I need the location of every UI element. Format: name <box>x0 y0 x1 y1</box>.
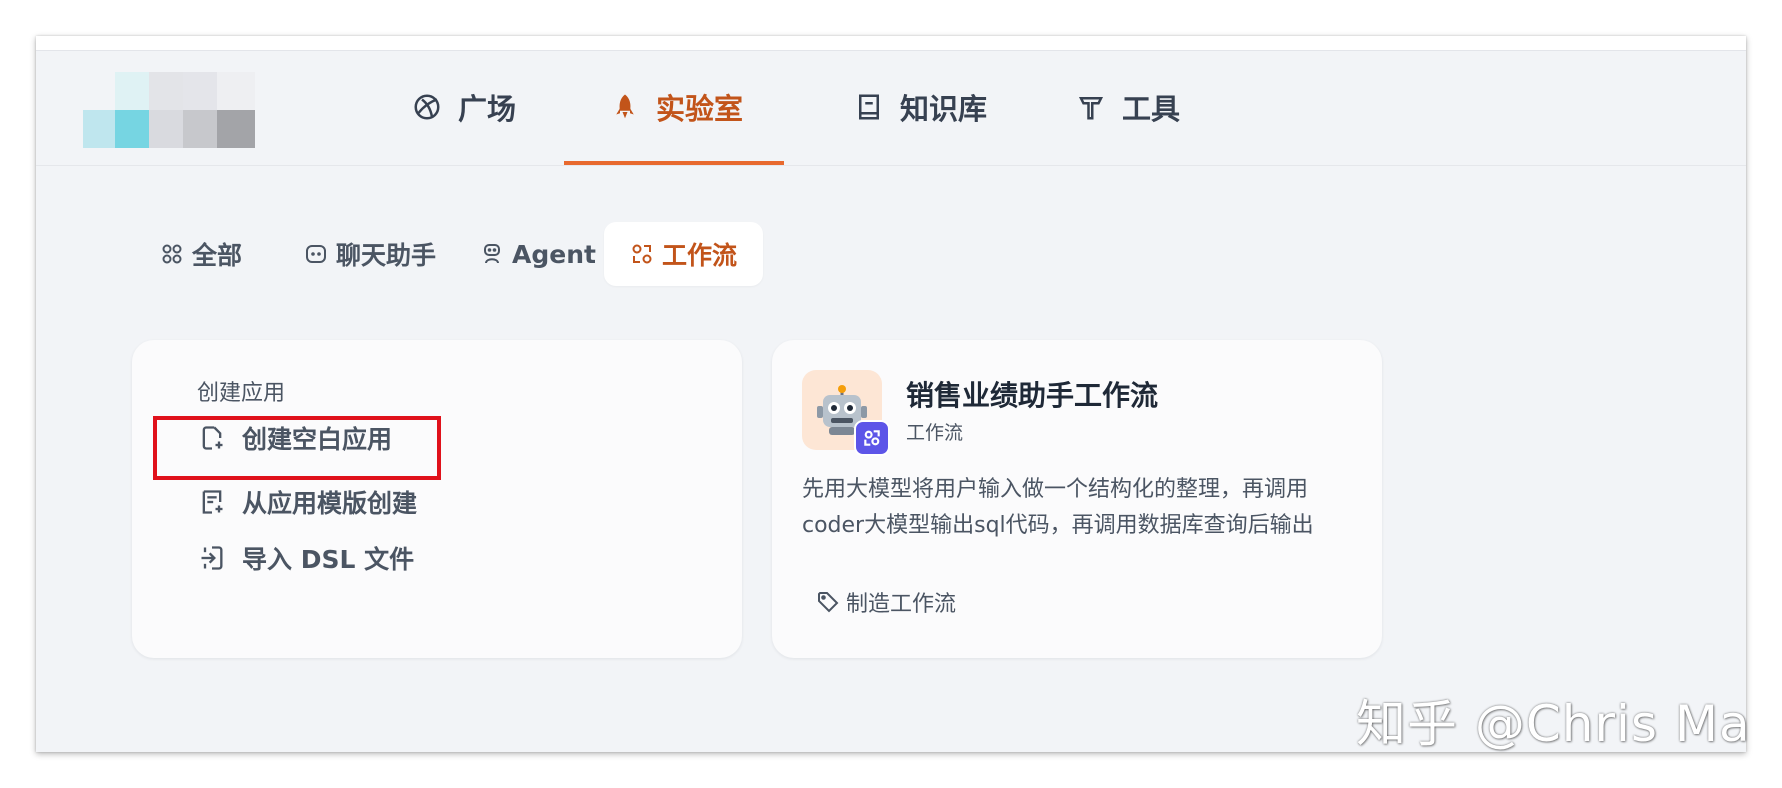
workflow-icon <box>632 244 652 264</box>
tab-agent[interactable]: Agent <box>480 222 596 286</box>
app-name: 销售业绩助手工作流 <box>906 379 1159 412</box>
compass-icon <box>414 94 440 120</box>
nav-item-label: 实验室 <box>656 92 744 126</box>
app-tag-label: 制造工作流 <box>846 592 957 617</box>
create-from-template-button[interactable]: 从应用模版创建 <box>198 484 417 520</box>
tab-label: 聊天助手 <box>336 241 437 270</box>
top-navigation-bar: 广场 实验室 知识库 工具 <box>36 51 1746 166</box>
hammer-icon <box>1078 97 1104 120</box>
tab-label: 工作流 <box>662 241 738 270</box>
nav-item-label: 广场 <box>458 92 517 126</box>
tab-all[interactable]: 全部 <box>160 222 242 286</box>
file-template-icon <box>202 490 223 514</box>
chat-bubble-icon <box>306 245 326 263</box>
app-tag[interactable]: 制造工作流 <box>816 586 956 618</box>
app-logo[interactable] <box>83 72 273 148</box>
tag-icon <box>818 592 839 613</box>
book-icon <box>859 94 879 120</box>
highlight-annotation-box <box>153 416 441 480</box>
create-item-label: 导入 DSL 文件 <box>242 545 415 574</box>
app-description: 先用大模型将用户输入做一个结构化的整理，再调用coder大模型输出sql代码，再… <box>802 477 1314 538</box>
import-dsl-button[interactable]: 导入 DSL 文件 <box>198 540 414 576</box>
nav-item-label: 知识库 <box>900 92 988 126</box>
workflow-badge-icon <box>854 420 890 456</box>
create-app-title: 创建应用 <box>197 381 286 406</box>
app-card[interactable]: 销售业绩助手工作流 工作流 先用大模型将用户输入做一个结构化的整理，再调用cod… <box>772 340 1382 658</box>
tab-workflow[interactable]: 工作流 <box>604 222 764 286</box>
import-icon <box>201 546 223 570</box>
watermark: 知乎 @Chris Ma <box>1356 695 1751 753</box>
nav-active-underline <box>564 161 784 165</box>
nav-item-explore[interactable]: 广场 <box>412 51 516 163</box>
create-item-label: 从应用模版创建 <box>242 489 418 518</box>
tab-label: 全部 <box>192 241 243 270</box>
nav-item-knowledge[interactable]: 知识库 <box>854 51 987 163</box>
robot-icon <box>484 244 500 264</box>
create-app-card: 创建应用 创建空白应用 从应用模版创建 导入 DSL 文件 <box>132 340 742 658</box>
nav-item-label: 工具 <box>1122 92 1181 126</box>
rocket-icon <box>616 94 634 119</box>
nav-item-lab[interactable]: 实验室 <box>610 51 743 163</box>
app-window: 广场 实验室 知识库 工具 全部 聊天助手 Agent 工作流 创建应用 创建空… <box>36 36 1746 752</box>
nav-item-tools[interactable]: 工具 <box>1076 51 1180 163</box>
grid-icon <box>162 244 182 264</box>
tab-chat-assistant[interactable]: 聊天助手 <box>304 222 436 286</box>
window-top-strip <box>36 36 1746 51</box>
app-type: 工作流 <box>906 422 964 444</box>
tab-label: Agent <box>512 239 596 269</box>
